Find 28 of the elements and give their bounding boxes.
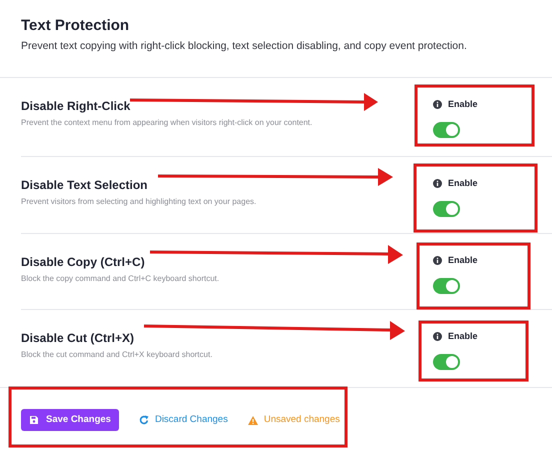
save-icon: [29, 415, 39, 425]
toggle-label: Enable: [448, 98, 478, 111]
toggle-label: Enable: [448, 254, 478, 267]
setting-title: Disable Cut (Ctrl+X): [21, 330, 134, 346]
info-icon: [433, 332, 442, 342]
setting-description: Prevent visitors from selecting and highlighting text on your pages.: [21, 196, 256, 208]
toggle-label: Enable: [448, 330, 478, 343]
info-icon: [433, 256, 442, 266]
warning-icon: [248, 416, 258, 424]
setting-description: Block the cut command and Ctrl+X keyboard shortcut.: [21, 349, 212, 361]
section-description: Prevent text copying with right-click blocking, text selection disabling, and copy event protection.: [21, 39, 467, 53]
toggle-label: Enable: [448, 177, 478, 190]
refresh-icon: [138, 415, 149, 425]
save-button[interactable]: Save Changes: [21, 409, 119, 431]
toggle-switch[interactable]: [433, 122, 460, 138]
setting-description: Prevent the context menu from appearing when visitors right-click on your content.: [21, 117, 312, 129]
toggle-switch[interactable]: [433, 278, 460, 294]
setting-description: Block the copy command and Ctrl+C keyboard shortcut.: [21, 273, 220, 285]
section-title: Text Protection: [21, 16, 130, 36]
setting-title: Disable Copy (Ctrl+C): [21, 254, 145, 270]
info-icon: [433, 100, 442, 110]
setting-title: Disable Text Selection: [21, 177, 148, 193]
setting-title: Disable Right-Click: [21, 98, 130, 114]
toggle-switch[interactable]: [433, 200, 460, 216]
info-icon: [433, 179, 442, 188]
unsaved-status: Unsaved changes: [264, 412, 340, 427]
toggle-switch[interactable]: [433, 354, 460, 370]
discard-button[interactable]: Discard Changes: [138, 412, 228, 428]
